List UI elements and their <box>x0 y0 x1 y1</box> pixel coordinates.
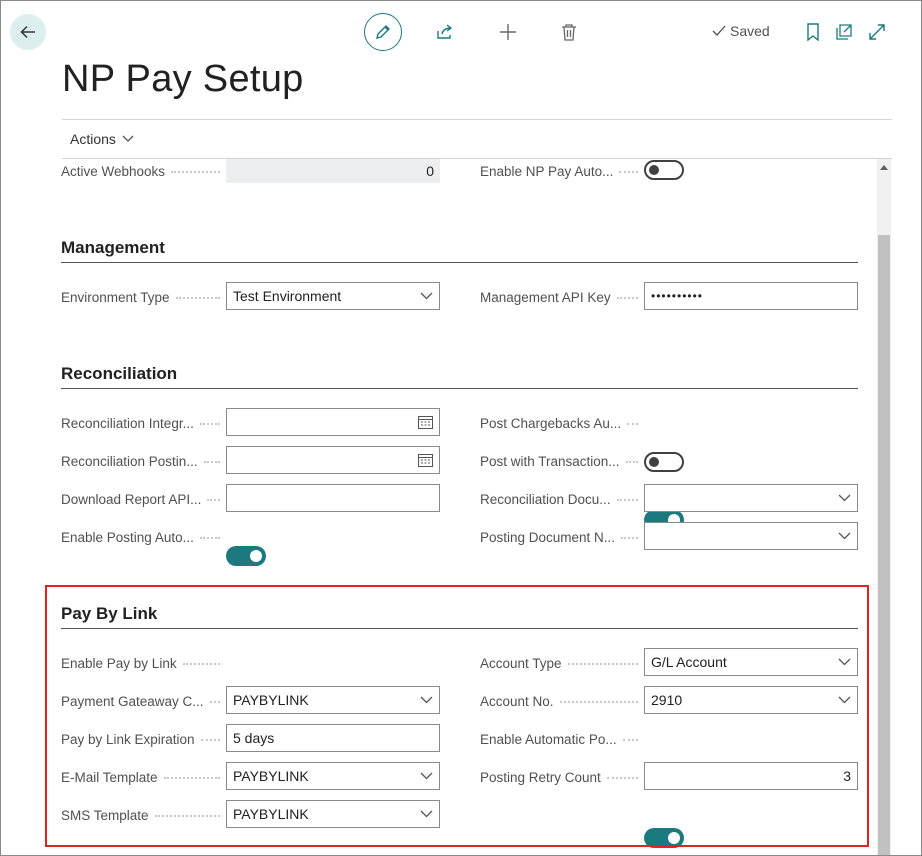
active-webhooks-label: Active Webhooks <box>61 161 226 181</box>
back-arrow-icon <box>20 25 35 39</box>
management-section-title: Management <box>61 238 165 257</box>
download-report-api-label: Download Report API... <box>61 489 226 509</box>
pay-by-link-highlight-box <box>45 585 869 847</box>
download-report-api-field[interactable] <box>226 484 440 512</box>
delete-button[interactable] <box>557 20 581 44</box>
enable-posting-auto-label: Enable Posting Auto... <box>61 527 226 547</box>
chevron-down-icon <box>838 532 851 540</box>
saved-status: Saved <box>712 23 770 39</box>
posting-document-n-select[interactable] <box>644 522 858 550</box>
enable-np-pay-toggle[interactable] <box>644 160 684 180</box>
bookmark-icon <box>807 23 819 41</box>
actions-menu[interactable]: Actions <box>70 131 134 147</box>
environment-type-label: Environment Type <box>61 287 226 307</box>
reconciliation-integr-date-field[interactable] <box>226 408 440 436</box>
chevron-down-icon <box>122 135 134 142</box>
edit-button[interactable] <box>364 13 402 51</box>
reconciliation-postin-label: Reconciliation Postin... <box>61 451 226 471</box>
management-api-key-field[interactable]: •••••••••• <box>644 282 858 310</box>
chevron-down-icon <box>838 494 851 502</box>
actions-divider <box>62 158 892 159</box>
reconciliation-docu-label: Reconciliation Docu... <box>480 489 644 509</box>
expand-button[interactable] <box>865 20 889 44</box>
enable-posting-auto-toggle[interactable] <box>226 546 266 566</box>
page-title: NP Pay Setup <box>62 58 304 100</box>
reconciliation-integr-label: Reconciliation Integr... <box>61 413 226 433</box>
reconciliation-docu-select[interactable] <box>644 484 858 512</box>
check-icon <box>712 25 726 36</box>
share-button[interactable] <box>433 20 457 44</box>
title-divider <box>62 119 892 120</box>
back-button[interactable] <box>10 14 46 50</box>
calendar-icon[interactable] <box>418 453 433 467</box>
saved-label: Saved <box>730 23 770 39</box>
calendar-icon[interactable] <box>418 415 433 429</box>
page-frame: Saved NP Pay Setup Actions Active Webhoo… <box>0 0 922 856</box>
bookmark-button[interactable] <box>801 20 825 44</box>
trash-icon <box>562 24 576 41</box>
pencil-icon <box>376 25 390 39</box>
management-rule <box>61 262 858 263</box>
active-webhooks-value: 0 <box>226 159 440 183</box>
post-chargebacks-label: Post Chargebacks Au... <box>480 413 644 433</box>
post-with-transaction-label: Post with Transaction... <box>480 451 644 471</box>
chevron-down-icon <box>420 292 433 300</box>
open-new-window-button[interactable] <box>832 20 856 44</box>
posting-document-n-label: Posting Document N... <box>480 527 644 547</box>
reconciliation-postin-date-field[interactable] <box>226 446 440 474</box>
new-button[interactable] <box>496 20 520 44</box>
share-icon <box>437 24 453 39</box>
environment-type-select[interactable]: Test Environment <box>226 282 440 310</box>
actions-label: Actions <box>70 131 116 147</box>
scroll-up-icon[interactable] <box>879 163 889 173</box>
expand-icon <box>869 24 885 40</box>
reconciliation-section-title: Reconciliation <box>61 364 178 383</box>
post-chargebacks-toggle[interactable] <box>644 452 684 472</box>
reconciliation-rule <box>61 388 858 389</box>
scrollbar-thumb[interactable] <box>878 235 890 855</box>
open-new-window-icon <box>836 24 852 40</box>
plus-icon <box>500 24 516 40</box>
management-api-key-label: Management API Key <box>480 287 644 307</box>
enable-np-pay-label: Enable NP Pay Auto... <box>480 161 644 181</box>
